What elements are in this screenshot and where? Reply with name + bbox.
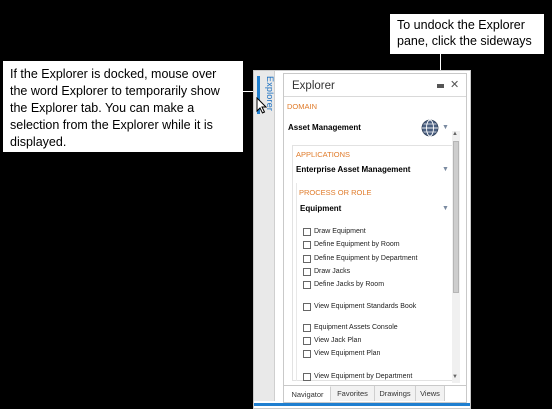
checkbox[interactable] [303,336,311,345]
close-icon[interactable]: ✕ [450,78,459,91]
applications-heading: APPLICATIONS [296,150,351,159]
domain-heading: DOMAIN [287,102,317,111]
checkbox[interactable] [303,227,311,236]
list-item-label: Draw Jacks [314,268,351,275]
tab-drawings[interactable]: Drawings [375,386,416,401]
tab-views[interactable]: Views [416,386,445,401]
checkbox[interactable] [303,302,311,311]
callout-left-note: If the Explorer is docked, mouse over th… [3,61,243,152]
callout-top-note: To undock the Explorer pane, click the s… [390,14,544,54]
process-value[interactable]: Equipment [300,204,341,213]
domain-value[interactable]: Asset Management [288,123,361,132]
list-item[interactable]: Define Equipment by Department [303,253,418,264]
list-item[interactable]: Define Jacks by Room [303,279,384,290]
explorer-side-tab[interactable] [254,71,275,401]
applications-value[interactable]: Enterprise Asset Management [296,165,410,174]
list-item-label: Define Equipment by Room [314,241,400,248]
list-item[interactable]: Define Equipment by Room [303,239,400,250]
minimize-icon[interactable] [437,84,444,88]
list-item-label: View Jack Plan [314,337,362,344]
chevron-down-icon[interactable]: ▼ [442,124,449,131]
mouse-pointer-icon [256,97,268,114]
checkbox[interactable] [303,349,311,358]
list-item-label: Define Jacks by Room [314,281,385,288]
globe-icon[interactable] [421,119,439,137]
scroll-up-icon[interactable]: ▲ [452,131,458,137]
checkbox[interactable] [303,267,311,276]
process-heading: PROCESS OR ROLE [299,188,372,197]
list-item[interactable]: View Equipment Plan [303,348,380,359]
chevron-down-icon[interactable]: ▼ [442,205,449,212]
list-item-label: Draw Equipment [314,228,366,235]
checkbox[interactable] [303,240,311,249]
list-item[interactable]: View Equipment by Department [303,371,412,382]
checkbox[interactable] [303,323,311,332]
chevron-down-icon[interactable]: ▼ [442,166,449,173]
list-item[interactable]: Draw Jacks [303,266,350,277]
tab-favorites[interactable]: Favorites [331,386,375,401]
list-item[interactable]: View Equipment Standards Book [303,301,416,312]
scrollbar-thumb[interactable] [453,141,459,293]
checkbox[interactable] [303,280,311,289]
list-item[interactable]: Draw Equipment [303,226,366,237]
panel-title: Explorer [292,80,335,92]
list-item[interactable]: Equipment Assets Console [303,322,398,333]
list-item-label: Equipment Assets Console [314,324,398,331]
checkbox[interactable] [303,254,311,263]
scroll-down-icon[interactable]: ▼ [452,374,458,380]
window-bottom-bar [254,403,470,406]
list-item-label: View Equipment Plan [314,350,381,357]
list-item-label: View Equipment Standards Book [314,303,417,310]
list-item-label: Define Equipment by Department [314,255,418,262]
checkbox[interactable] [303,372,311,381]
list-item-label: View Equipment by Department [314,373,413,380]
tab-navigator[interactable]: Navigator [285,386,331,401]
list-item[interactable]: View Jack Plan [303,335,361,346]
divider [284,96,466,97]
